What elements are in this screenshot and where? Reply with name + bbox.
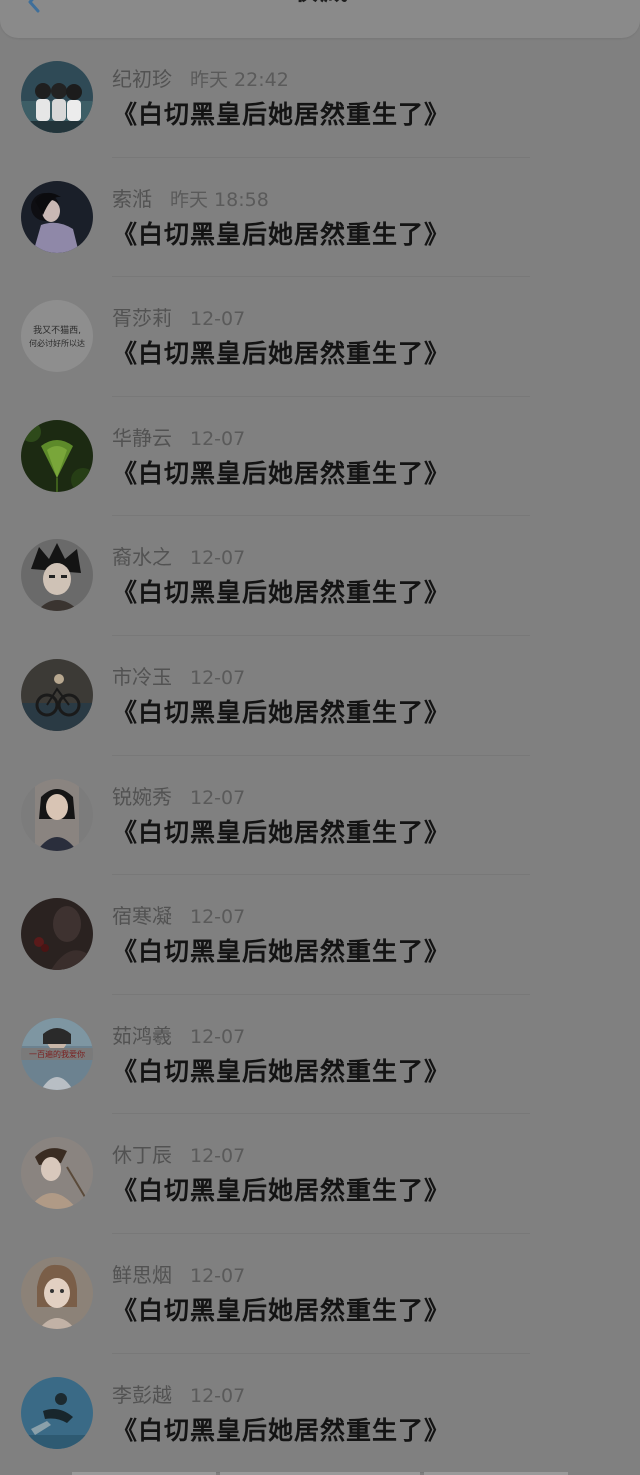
item-meta: 市冷玉 12-07 xyxy=(112,664,245,690)
avatar[interactable] xyxy=(21,1376,93,1449)
avatar[interactable] xyxy=(21,539,93,612)
book-title: 《白切黑皇后她居然重生了》 xyxy=(112,458,451,488)
book-title: 《白切黑皇后她居然重生了》 xyxy=(112,697,451,727)
timestamp: 12-07 xyxy=(190,786,246,809)
user-name: 宿寒凝 xyxy=(112,904,172,929)
book-title: 《白切黑皇后她居然重生了》 xyxy=(112,100,451,129)
list-item[interactable]: 休丁辰 12-07 《白切黑皇后她居然重生了》 xyxy=(0,1114,640,1234)
item-meta: 休丁辰 12-07 xyxy=(112,1142,245,1168)
avatar-caption: 一百遍的我爱你 xyxy=(29,1049,85,1059)
user-name: 鲜思烟 xyxy=(112,1262,172,1287)
avatar[interactable] xyxy=(21,180,93,253)
user-name: 锐婉秀 xyxy=(112,784,172,809)
timestamp: 昨天 22:42 xyxy=(190,69,289,91)
book-title: 《白切黑皇后她居然重生了》 xyxy=(112,1415,451,1445)
book-title: 《白切黑皇后她居然重生了》 xyxy=(112,937,451,967)
user-name: 索湉 xyxy=(112,186,152,211)
page-title: 收藏 xyxy=(0,0,640,8)
item-meta: 索湉 昨天 18:58 xyxy=(112,186,269,212)
avatar[interactable] xyxy=(21,419,93,492)
user-name: 市冷玉 xyxy=(112,664,172,689)
book-title: 《白切黑皇后她居然重生了》 xyxy=(112,219,451,249)
timestamp: 12-07 xyxy=(190,1025,246,1048)
item-meta: 鲜思烟 12-07 xyxy=(112,1262,245,1288)
book-title: 《白切黑皇后她居然重生了》 xyxy=(112,817,451,847)
top-bar: 收藏 xyxy=(0,0,640,38)
user-name: 华静云 xyxy=(112,425,172,450)
timestamp: 12-07 xyxy=(190,1264,246,1287)
user-name: 纪初珍 xyxy=(112,67,172,91)
item-meta: 茹鸿羲 12-07 xyxy=(112,1023,245,1049)
book-title: 《白切黑皇后她居然重生了》 xyxy=(112,578,451,608)
timestamp: 12-07 xyxy=(190,427,246,450)
item-meta: 纪初珍 昨天 22:42 xyxy=(112,66,289,92)
avatar[interactable]: 我又不猫西, 何必讨好所以达 xyxy=(21,300,93,373)
avatar-text: 何必讨好所以达 xyxy=(29,338,85,348)
item-meta: 宿寒凝 12-07 xyxy=(112,903,245,929)
user-name: 休丁辰 xyxy=(112,1143,172,1168)
avatar[interactable] xyxy=(21,1137,93,1210)
list-item[interactable]: 裔水之 12-07 《白切黑皇后她居然重生了》 xyxy=(0,516,640,636)
list-item[interactable]: 纪初珍 昨天 22:42 《白切黑皇后她居然重生了》 xyxy=(0,38,640,158)
book-title: 《白切黑皇后她居然重生了》 xyxy=(112,1295,451,1325)
timestamp: 昨天 18:58 xyxy=(170,188,269,211)
timestamp: 12-07 xyxy=(190,1384,246,1407)
timestamp: 12-07 xyxy=(190,547,246,570)
user-name: 李彭越 xyxy=(112,1382,172,1407)
timestamp: 12-07 xyxy=(190,666,246,689)
avatar[interactable] xyxy=(21,658,93,731)
user-name: 茹鸿羲 xyxy=(112,1023,172,1048)
list-item[interactable]: 一百遍的我爱你 茹鸿羲 12-07 《白切黑皇后她居然重生了》 xyxy=(0,995,640,1115)
item-meta: 华静云 12-07 xyxy=(112,425,245,451)
favorites-list: 纪初珍 昨天 22:42 《白切黑皇后她居然重生了》 索湉 昨天 18:58 《白切… xyxy=(0,38,640,1473)
item-meta: 李彭越 12-07 xyxy=(112,1382,245,1408)
avatar[interactable] xyxy=(21,61,93,133)
list-item[interactable]: 宿寒凝 12-07 《白切黑皇后她居然重生了》 xyxy=(0,875,640,995)
list-item[interactable]: 李彭越 12-07 《白切黑皇后她居然重生了》 xyxy=(0,1354,640,1474)
list-item[interactable]: 我又不猫西, 何必讨好所以达 胥莎莉 12-07 《白切黑皇后她居然重生了》 xyxy=(0,277,640,397)
timestamp: 12-07 xyxy=(190,308,246,331)
user-name: 胥莎莉 xyxy=(112,306,172,331)
list-item[interactable]: 索湉 昨天 18:58 《白切黑皇后她居然重生了》 xyxy=(0,158,640,278)
item-meta: 胥莎莉 12-07 xyxy=(112,305,245,331)
list-item[interactable]: 华静云 12-07 《白切黑皇后她居然重生了》 xyxy=(0,397,640,517)
book-title: 《白切黑皇后她居然重生了》 xyxy=(112,1176,451,1206)
avatar[interactable] xyxy=(21,778,93,851)
avatar[interactable]: 一百遍的我爱你 xyxy=(21,1017,93,1090)
book-title: 《白切黑皇后她居然重生了》 xyxy=(112,339,451,369)
book-title: 《白切黑皇后她居然重生了》 xyxy=(112,1056,451,1086)
avatar[interactable] xyxy=(21,898,93,971)
item-meta: 锐婉秀 12-07 xyxy=(112,784,245,810)
timestamp: 12-07 xyxy=(190,1145,246,1168)
bottom-edge xyxy=(0,1471,640,1475)
avatar[interactable] xyxy=(21,1256,93,1329)
timestamp: 12-07 xyxy=(190,906,246,929)
list-item[interactable]: 鲜思烟 12-07 《白切黑皇后她居然重生了》 xyxy=(0,1234,640,1354)
list-item[interactable]: 市冷玉 12-07 《白切黑皇后她居然重生了》 xyxy=(0,636,640,756)
user-name: 裔水之 xyxy=(112,545,172,570)
avatar-text: 我又不猫西, xyxy=(33,324,81,336)
item-meta: 裔水之 12-07 xyxy=(112,544,245,570)
list-item[interactable]: 锐婉秀 12-07 《白切黑皇后她居然重生了》 xyxy=(0,756,640,876)
